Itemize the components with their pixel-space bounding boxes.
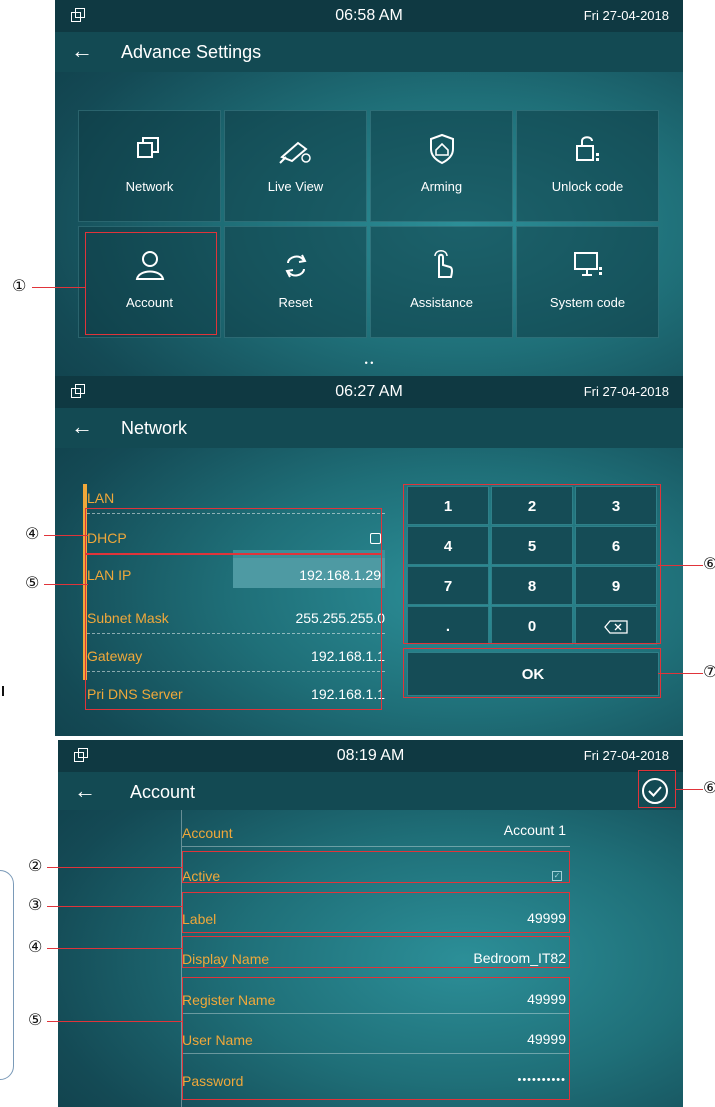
account-screen: 08:19 AM Fri 27-04-2018 ← Account Accoun… xyxy=(58,740,683,1107)
callout-6: ⑥ xyxy=(703,554,715,573)
annotation-box-ip-settings xyxy=(85,554,382,710)
annotation-box-keypad xyxy=(403,484,661,644)
tile-label: Arming xyxy=(420,179,463,194)
title-bar: ← Advance Settings xyxy=(55,32,683,72)
status-date: Fri 27-04-2018 xyxy=(583,748,669,763)
tile-live-view[interactable]: Live View xyxy=(224,110,367,222)
page-indicator: • • xyxy=(364,358,374,368)
status-bar: 08:19 AM Fri 27-04-2018 xyxy=(58,740,683,772)
tile-reset[interactable]: Reset xyxy=(224,226,367,338)
status-date: Fri 27-04-2018 xyxy=(583,384,669,399)
callout-leader xyxy=(47,906,182,907)
tile-label: Assistance xyxy=(410,295,473,310)
network-screen: 06:27 AM Fri 27-04-2018 ← Network LAN DH… xyxy=(55,376,683,736)
callout-leader xyxy=(676,789,703,790)
row-value: Account 1 xyxy=(503,822,566,838)
callout-leader xyxy=(44,535,88,536)
callout-leader xyxy=(47,867,182,868)
tile-assistance[interactable]: Assistance xyxy=(370,226,513,338)
callout-3: ③ xyxy=(28,895,43,914)
callout-leader xyxy=(44,584,88,585)
row-account[interactable]: Account Account 1 xyxy=(182,817,570,847)
callout-6: ⑥ xyxy=(703,778,715,797)
title-bar: ← Account xyxy=(58,772,683,810)
callout-5: ⑤ xyxy=(28,1010,43,1029)
shield-home-icon xyxy=(371,131,512,167)
document-frame-edge xyxy=(0,870,14,1080)
reset-icon xyxy=(225,247,366,283)
callout-leader xyxy=(32,287,86,288)
tile-arming[interactable]: Arming xyxy=(370,110,513,222)
callout-leader xyxy=(658,565,703,566)
tile-system-code[interactable]: System code xyxy=(516,226,659,338)
row-divider xyxy=(182,846,570,847)
callout-leader xyxy=(47,1021,182,1022)
callout-4: ④ xyxy=(28,937,43,956)
annotation-box-ok xyxy=(403,648,661,698)
annotation-box-label xyxy=(182,892,570,933)
tile-label: System code xyxy=(549,295,626,310)
callout-leader xyxy=(47,948,182,949)
page-title: Account xyxy=(130,782,196,802)
status-bar: 06:27 AM Fri 27-04-2018 xyxy=(55,376,683,408)
advance-settings-screen: 06:58 AM Fri 27-04-2018 ← Advance Settin… xyxy=(55,0,683,376)
tile-unlock-code[interactable]: Unlock code xyxy=(516,110,659,222)
annotation-box-active xyxy=(182,851,570,883)
hand-pointer-icon xyxy=(371,247,512,283)
network-icon xyxy=(79,131,220,167)
document-mark xyxy=(2,686,4,696)
camera-icon xyxy=(225,131,366,167)
row-label: Account xyxy=(182,825,233,841)
callout-2: ② xyxy=(28,856,43,875)
unlock-icon xyxy=(517,131,658,167)
tile-label: Live View xyxy=(267,179,324,194)
status-bar: 06:58 AM Fri 27-04-2018 xyxy=(55,0,683,32)
callout-4: ④ xyxy=(25,524,40,543)
tile-network[interactable]: Network xyxy=(78,110,221,222)
status-date: Fri 27-04-2018 xyxy=(583,8,669,23)
row-label: LAN xyxy=(87,490,115,506)
callout-7: ⑦ xyxy=(703,662,715,681)
annotation-box xyxy=(85,232,217,335)
annotation-box-credentials xyxy=(182,977,570,1100)
callout-leader xyxy=(658,673,703,674)
annotation-box-confirm xyxy=(638,770,676,808)
annotation-box-display-name xyxy=(182,936,570,968)
monitor-icon xyxy=(517,247,658,283)
tile-label: Reset xyxy=(278,295,313,310)
page-title: Network xyxy=(121,418,188,438)
back-arrow-icon[interactable]: ← xyxy=(71,38,93,64)
callout-5: ⑤ xyxy=(25,573,40,592)
callout-1: ① xyxy=(12,276,27,295)
back-arrow-icon[interactable]: ← xyxy=(74,778,96,804)
title-bar: ← Network xyxy=(55,408,683,448)
back-arrow-icon[interactable]: ← xyxy=(71,414,93,440)
page-title: Advance Settings xyxy=(121,42,262,62)
tile-label: Network xyxy=(125,179,174,194)
tile-label: Unlock code xyxy=(551,179,624,194)
annotation-box-dhcp xyxy=(85,508,382,554)
